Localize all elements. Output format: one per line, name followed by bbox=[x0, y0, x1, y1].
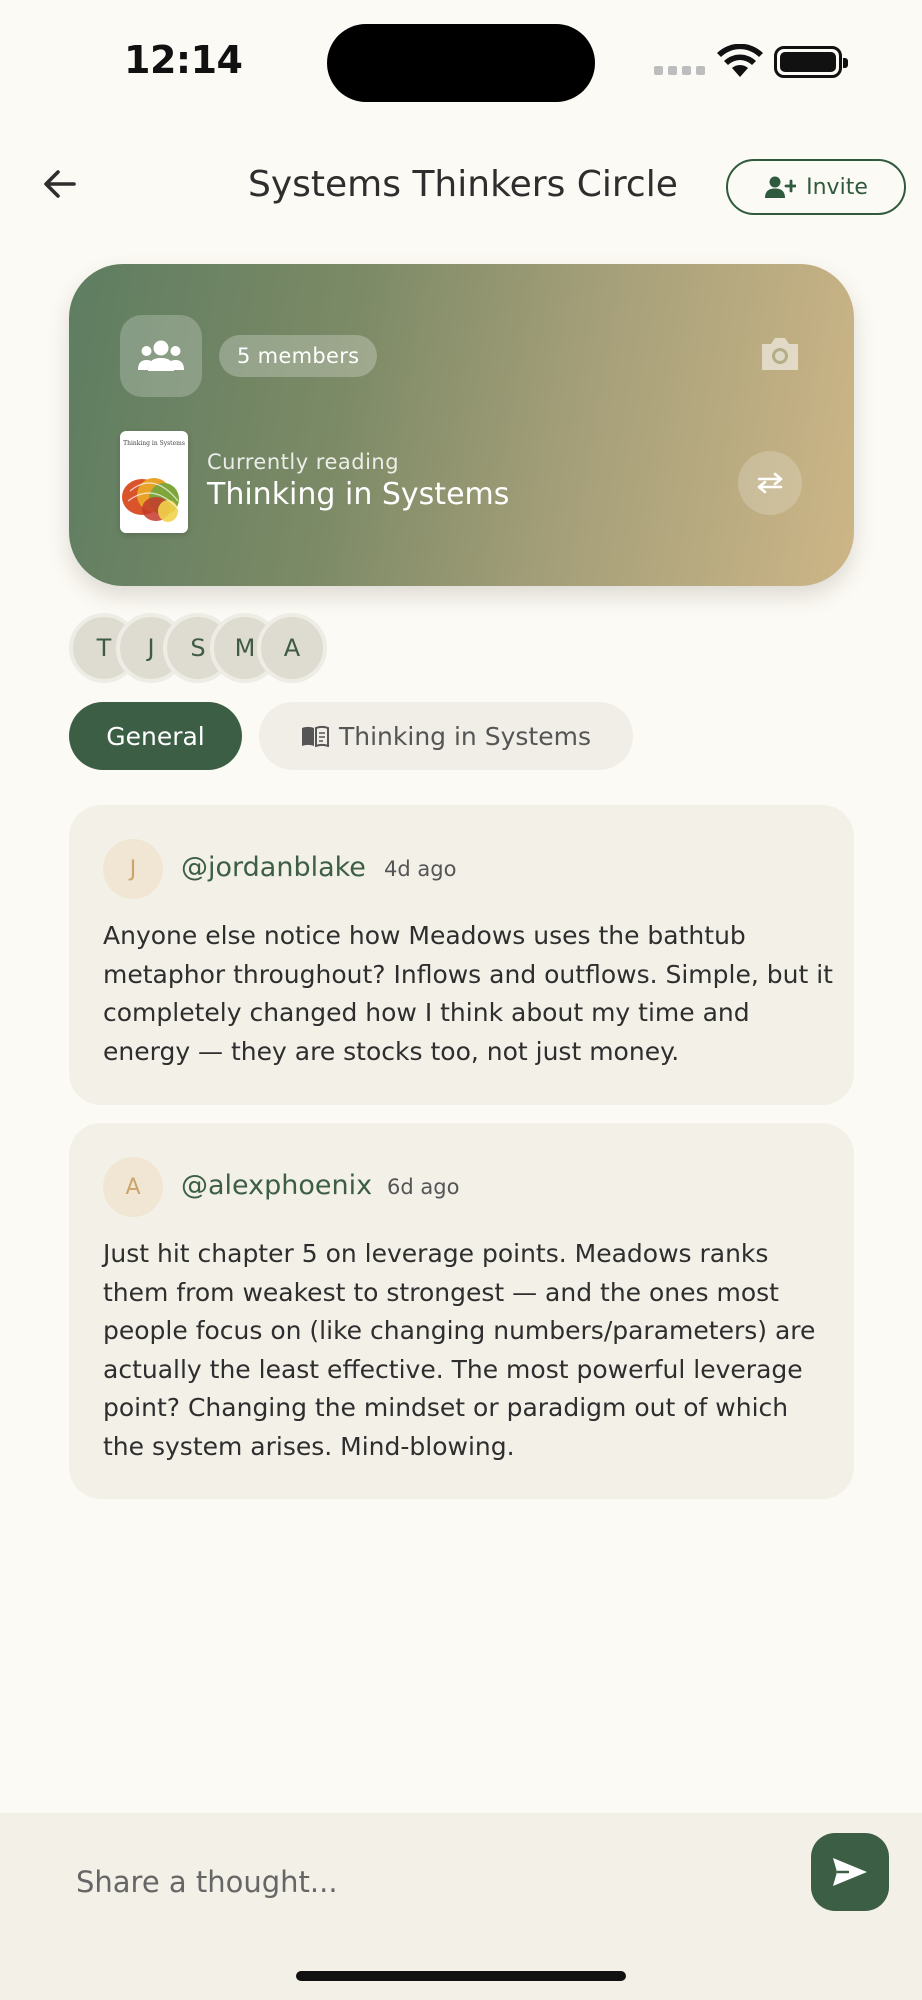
page-title: Systems Thinkers Circle bbox=[248, 164, 678, 205]
member-avatar[interactable]: A bbox=[257, 613, 327, 683]
change-book-button[interactable] bbox=[738, 451, 802, 515]
status-bar: 12:14 bbox=[0, 0, 922, 120]
user-plus-icon bbox=[765, 176, 797, 198]
author-username[interactable]: @alexphoenix bbox=[181, 1170, 372, 1201]
book-cover[interactable]: Thinking in Systems bbox=[120, 431, 188, 533]
wifi-icon bbox=[717, 44, 763, 77]
discussion-post: J @jordanblake 4d ago Anyone else notice… bbox=[69, 805, 854, 1105]
cellular-signal-icon bbox=[654, 66, 705, 75]
post-body: Just hit chapter 5 on leverage points. M… bbox=[103, 1239, 816, 1461]
invite-button[interactable]: Invite bbox=[726, 159, 906, 215]
share-thought-input[interactable] bbox=[76, 1857, 776, 1907]
swap-arrows-icon bbox=[757, 472, 783, 494]
send-button[interactable] bbox=[811, 1833, 889, 1911]
author-username[interactable]: @jordanblake bbox=[181, 852, 366, 883]
send-icon bbox=[833, 1858, 867, 1886]
group-hero-card: 5 members Thinking in Systems Currently … bbox=[69, 264, 854, 586]
discussion-post: A @alexphoenix 6d ago Just hit chapter 5… bbox=[69, 1123, 854, 1499]
dynamic-island bbox=[327, 24, 595, 102]
currently-reading-label: Currently reading bbox=[207, 450, 400, 474]
post-timestamp: 6d ago bbox=[387, 1175, 460, 1199]
book-icon bbox=[302, 725, 329, 747]
member-count-badge[interactable]: 5 members bbox=[219, 335, 378, 377]
author-avatar[interactable]: J bbox=[103, 839, 163, 899]
tab-thinking-in-systems[interactable]: Thinking in Systems bbox=[259, 702, 633, 770]
tab-book-label: Thinking in Systems bbox=[339, 721, 591, 751]
post-body: Anyone else notice how Meadows uses the … bbox=[103, 921, 833, 1066]
back-button[interactable] bbox=[38, 162, 82, 206]
message-composer bbox=[0, 1813, 922, 2000]
users-icon bbox=[138, 340, 184, 371]
battery-icon bbox=[774, 46, 848, 78]
post-timestamp: 4d ago bbox=[384, 857, 457, 881]
current-book-title[interactable]: Thinking in Systems bbox=[207, 477, 509, 512]
arrow-left-icon bbox=[44, 170, 76, 198]
tab-general[interactable]: General bbox=[69, 702, 242, 770]
tab-general-label: General bbox=[106, 721, 205, 751]
group-avatar bbox=[120, 315, 202, 397]
book-cover-art bbox=[122, 478, 181, 522]
status-time: 12:14 bbox=[124, 38, 243, 82]
home-indicator[interactable] bbox=[296, 1971, 626, 1981]
camera-icon[interactable] bbox=[758, 334, 802, 374]
author-avatar[interactable]: A bbox=[103, 1157, 163, 1217]
invite-label: Invite bbox=[806, 174, 868, 200]
